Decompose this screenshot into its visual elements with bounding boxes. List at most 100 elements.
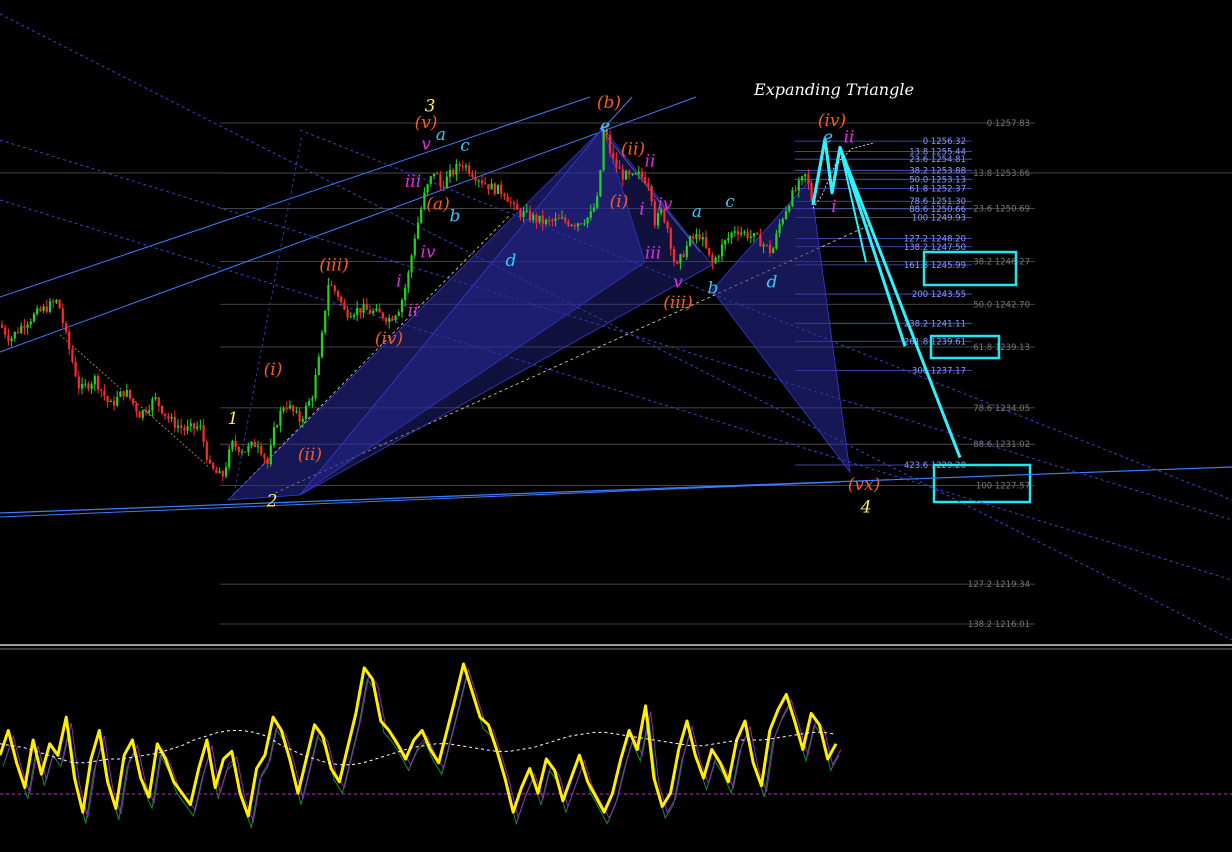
candle-body [167, 415, 170, 419]
wave-label: v [673, 272, 683, 292]
candle-body [247, 445, 250, 453]
candle-body [612, 152, 615, 159]
wave-label: (ii) [621, 140, 645, 160]
candle-body [656, 213, 660, 226]
fib-level-label: 127.2 1219.34 [968, 580, 1030, 590]
candle-body [330, 284, 333, 286]
candle-body [586, 217, 589, 224]
candle-body [311, 398, 314, 401]
candle-body [112, 400, 116, 406]
candle-body [730, 232, 733, 238]
candle-body [634, 173, 637, 175]
candle-body [493, 183, 496, 194]
candle-body [263, 454, 266, 459]
candle-body [215, 469, 218, 474]
candle-body [608, 135, 612, 153]
candle-body [221, 471, 224, 477]
candle-body [468, 165, 471, 174]
fib-level-label: 0 1257.83 [987, 119, 1030, 129]
candle-body [733, 231, 736, 233]
candle-body [679, 254, 682, 264]
candle-body [135, 403, 138, 412]
harmonic-pattern-3 [711, 179, 851, 474]
fib-level-label: 100 1227.57 [976, 482, 1030, 492]
candle-body [714, 257, 717, 264]
candle-body [381, 312, 384, 319]
candle-body [186, 426, 189, 431]
candle-body [13, 331, 16, 339]
candle-body [202, 425, 205, 443]
candle-body [103, 390, 106, 397]
candle-body [535, 214, 538, 223]
candle-body [624, 171, 628, 180]
wave-label: (vx) [848, 475, 880, 495]
candle-body [496, 184, 500, 194]
fib-level-label: 78.6 1234.05 [973, 404, 1030, 414]
candle-body [224, 467, 228, 477]
candle-body [420, 208, 423, 223]
ext-level-label: 0 1256.32 [923, 137, 966, 147]
candle-body [474, 176, 477, 181]
wave-label: i [639, 199, 644, 219]
candle-body [439, 174, 442, 187]
candle-body [228, 449, 231, 468]
trend-line [0, 466, 1232, 514]
wave-label: b [708, 278, 719, 298]
candle-body [557, 218, 560, 220]
candle-body [391, 317, 394, 321]
candle-body [788, 205, 791, 212]
candle-body [404, 287, 407, 301]
candle-body [0, 324, 4, 328]
wave-label: i [396, 271, 401, 291]
candle-body [791, 190, 794, 206]
candle-body [653, 201, 656, 226]
ext-level-label: 200 1243.55 [912, 290, 966, 300]
wave-label: iv [420, 243, 435, 263]
wave-label: (b) [597, 93, 621, 113]
candle-body [740, 232, 743, 235]
candle-body [743, 231, 746, 233]
candle-body [519, 209, 522, 217]
candle-body [327, 284, 330, 311]
candle-body [125, 389, 128, 397]
wave-label: e [823, 128, 833, 148]
candle-body [759, 234, 762, 247]
candle-body [554, 218, 557, 221]
candle-body [180, 425, 183, 429]
candle-body [804, 174, 807, 177]
candle-body [253, 441, 256, 448]
candle-body [343, 302, 346, 310]
candle-body [452, 169, 455, 175]
osc-main-line [0, 662, 838, 818]
candle-body [237, 446, 240, 453]
wave-label: (ii) [298, 445, 322, 465]
candle-body [688, 236, 692, 246]
candle-body [100, 389, 103, 391]
candle-body [720, 244, 724, 257]
fib-level-label: 61.8 1239.13 [973, 343, 1030, 353]
candle-body [359, 307, 362, 313]
candle-body [647, 183, 650, 186]
candle-body [516, 204, 519, 210]
candle-body [800, 176, 804, 181]
candle-body [432, 173, 436, 177]
candle-body [36, 308, 39, 315]
candle-body [413, 238, 416, 256]
candle-body [407, 272, 410, 288]
candle-body [375, 308, 378, 311]
candle-body [416, 222, 420, 239]
candle-body [701, 237, 704, 240]
candle-body [436, 173, 439, 175]
candle-body [736, 231, 740, 235]
candle-body [580, 223, 583, 225]
candle-body [615, 158, 618, 168]
trend-line [0, 481, 841, 518]
candle-body [682, 254, 685, 257]
candle-body [672, 248, 676, 262]
price-chart: 0 1257.83 13.8 1253.66 23.6 1250.69 38.2 12… [0, 13, 1232, 830]
candle-body [84, 383, 87, 385]
candle-body [384, 318, 388, 322]
candle-body [810, 183, 813, 201]
candle-body [164, 413, 167, 416]
candle-body [196, 426, 199, 429]
